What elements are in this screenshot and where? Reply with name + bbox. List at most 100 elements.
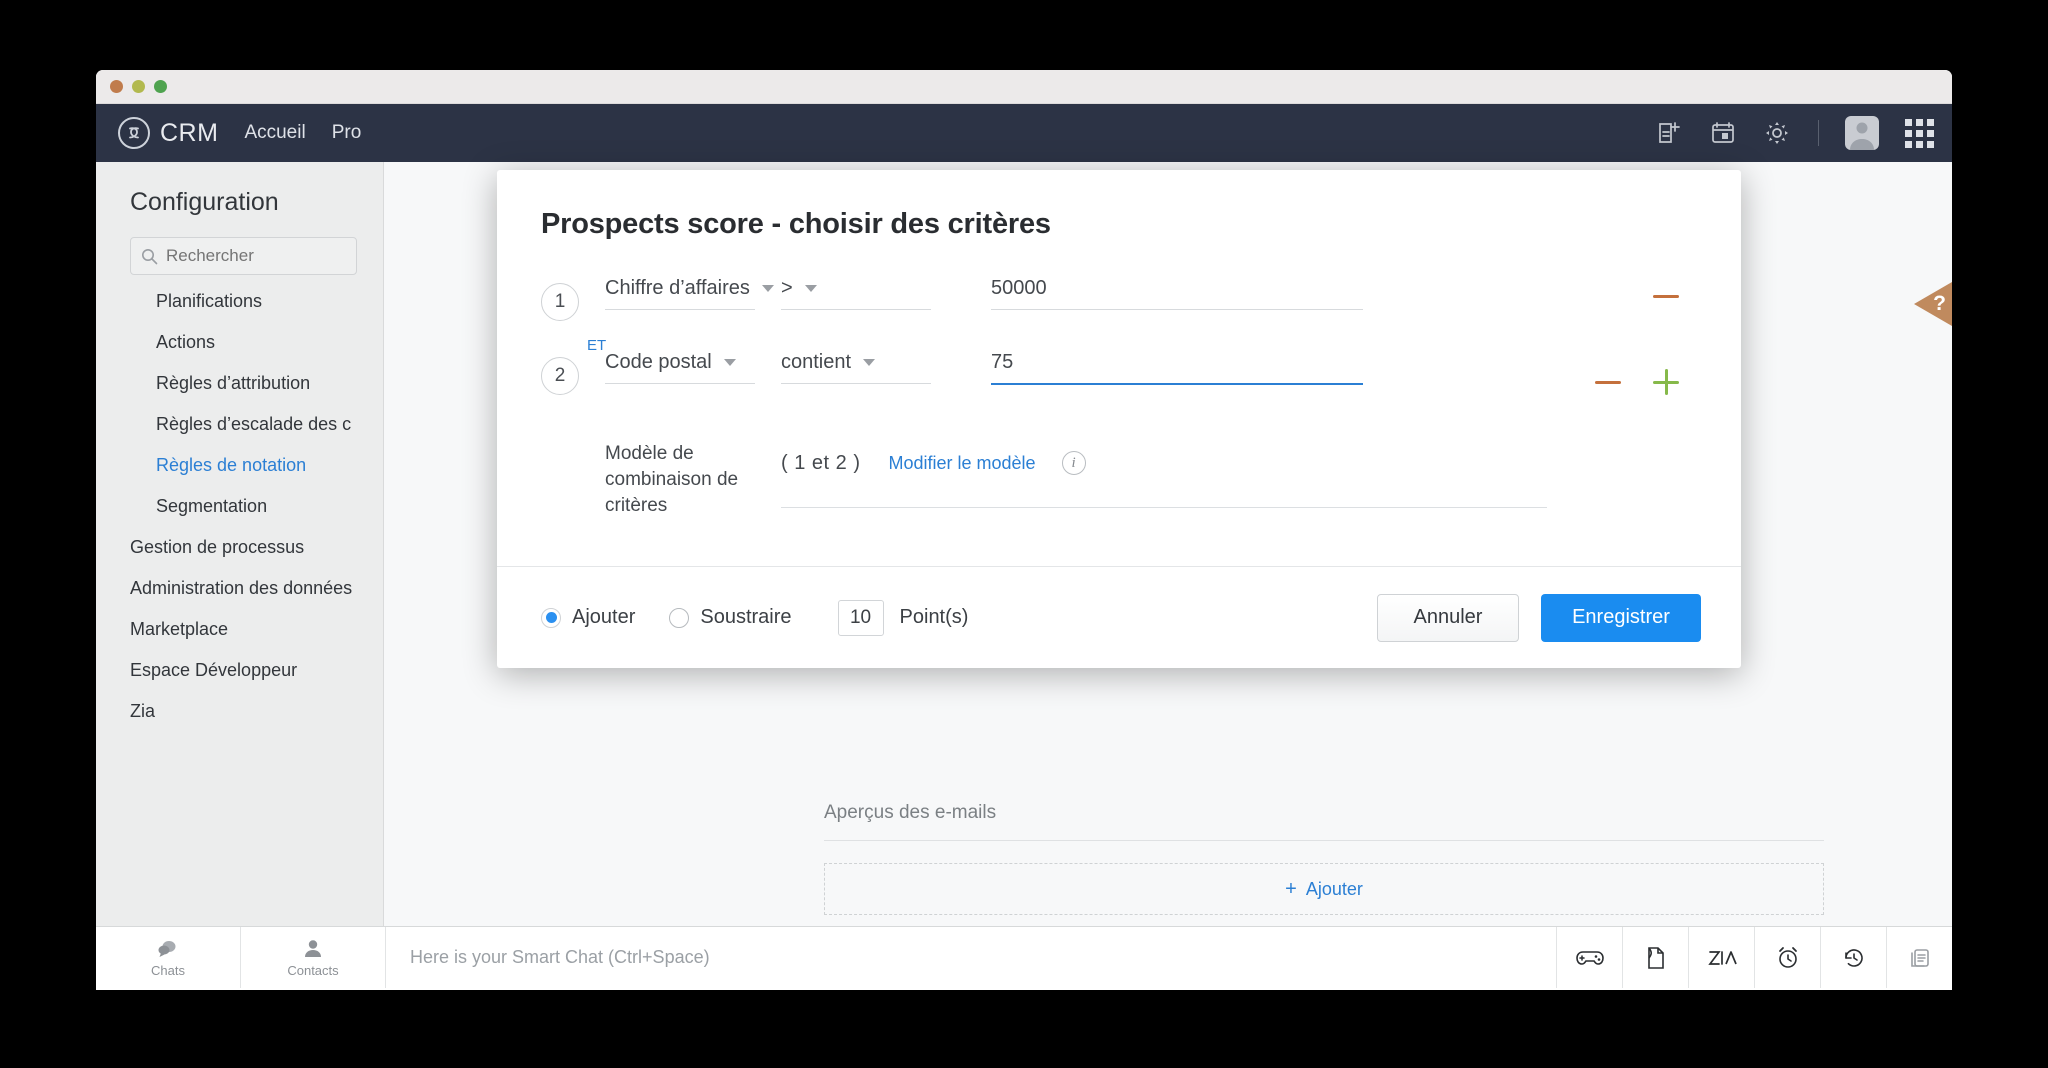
- radio-indicator-selected: [541, 607, 561, 628]
- criteria-list: 1 Chiffre d’affaires > 50000 ET 2 Code p…: [497, 241, 1741, 425]
- value-underline: [991, 383, 1363, 385]
- combination-model-section: Modèle de combinaison de critères ( 1 et…: [497, 425, 1741, 520]
- sidebar-item-actions[interactable]: Actions: [96, 322, 383, 363]
- help-tab[interactable]: ?: [1914, 282, 1952, 326]
- sidebar-item-espace-developpeur[interactable]: Espace Développeur: [96, 650, 383, 691]
- sidebar-item-marketplace[interactable]: Marketplace: [96, 609, 383, 650]
- statusbar-tab-label: Chats: [151, 962, 185, 978]
- app-logo-text: CRM: [160, 118, 219, 147]
- criteria-row: 1 Chiffre d’affaires > 50000 ET: [541, 277, 1741, 354]
- person-icon: [305, 939, 321, 957]
- criteria-row-buttons: [1653, 295, 1679, 298]
- sidebar-item-regles-escalade[interactable]: Règles d’escalade des c: [96, 404, 383, 445]
- window-zoom-button[interactable]: [154, 80, 167, 93]
- criteria-value-input[interactable]: 75: [991, 351, 1363, 385]
- add-email-preview-button[interactable]: + Ajouter: [824, 863, 1824, 915]
- value-underline: [991, 309, 1363, 310]
- zia-icon[interactable]: [1688, 927, 1754, 988]
- radio-indicator: [669, 607, 690, 628]
- remove-criteria-button[interactable]: [1653, 295, 1679, 298]
- operator-underline: [781, 309, 931, 310]
- combination-spacer: [541, 441, 579, 520]
- app-header: CRM Accueil Pro: [96, 104, 1952, 162]
- criteria-number-badge: 1: [541, 283, 579, 321]
- combination-underline: [781, 507, 1547, 508]
- search-icon: [142, 248, 158, 264]
- new-note-icon[interactable]: [1656, 120, 1682, 146]
- sidebar-item-regles-notation[interactable]: Règles de notation: [96, 445, 383, 486]
- criteria-row-buttons: [1595, 369, 1679, 395]
- save-button[interactable]: Enregistrer: [1541, 593, 1701, 642]
- dialog-footer: Ajouter Soustraire Point(s) Annuler Enre…: [497, 566, 1741, 668]
- criteria-field-value: Chiffre d’affaires: [605, 277, 750, 299]
- search-input[interactable]: [166, 246, 346, 266]
- chevron-down-icon: [723, 359, 736, 366]
- criteria-number-badge: 2: [541, 357, 579, 395]
- radio-soustraire[interactable]: Soustraire: [669, 606, 792, 629]
- criteria-field-select[interactable]: Chiffre d’affaires: [605, 277, 774, 310]
- alarm-clock-icon[interactable]: [1754, 927, 1820, 988]
- criteria-operator-value: contient: [781, 351, 852, 373]
- chevron-down-icon: [804, 285, 817, 292]
- statusbar-tab-label: Contacts: [287, 962, 339, 978]
- history-clock-icon[interactable]: [1820, 927, 1886, 988]
- calendar-icon[interactable]: [1710, 120, 1736, 146]
- radio-ajouter-label: Ajouter: [572, 606, 636, 628]
- sidebar-title: Configuration: [130, 188, 279, 216]
- sidebar-item-segmentation[interactable]: Segmentation: [96, 486, 383, 527]
- field-underline: [605, 309, 755, 310]
- sidebar-item-gestion-processus[interactable]: Gestion de processus: [96, 527, 383, 568]
- gamepad-icon[interactable]: [1556, 927, 1622, 988]
- cancel-button[interactable]: Annuler: [1377, 593, 1519, 642]
- criteria-field-value: Code postal: [605, 351, 712, 373]
- app-window: CRM Accueil Pro Configuration Rechercher…: [96, 70, 1952, 990]
- chevron-down-icon: [863, 359, 876, 366]
- sidebar: Configuration Planifications Actions Règ…: [96, 162, 384, 926]
- dialog-title: Prospects score - choisir des critères: [541, 208, 1051, 240]
- field-underline: [605, 383, 755, 384]
- sidebar-item-regles-attribution[interactable]: Règles d’attribution: [96, 363, 383, 404]
- avatar[interactable]: [1845, 116, 1879, 150]
- sidebar-item-administration-donnees[interactable]: Administration des données: [96, 568, 383, 609]
- window-minimize-button[interactable]: [132, 80, 145, 93]
- plus-icon: +: [1285, 877, 1297, 900]
- points-input[interactable]: [837, 599, 884, 636]
- sidebar-search: [130, 237, 357, 275]
- criteria-value-text: 75: [991, 351, 1014, 373]
- smart-chat-input[interactable]: Here is your Smart Chat (Ctrl+Space): [386, 927, 1556, 988]
- add-criteria-button[interactable]: [1653, 369, 1679, 395]
- nav-item-accueil[interactable]: Accueil: [244, 122, 305, 144]
- note-flip-icon[interactable]: [1622, 927, 1688, 988]
- radio-ajouter[interactable]: Ajouter: [541, 606, 635, 629]
- criteria-value-input[interactable]: 50000: [991, 277, 1363, 310]
- combination-model-label: Modèle de combinaison de critères: [605, 443, 739, 517]
- add-label: Ajouter: [1305, 878, 1363, 899]
- statusbar-tab-contacts[interactable]: Contacts: [241, 927, 386, 988]
- window-titlebar: [96, 70, 1952, 104]
- search-box[interactable]: [130, 237, 357, 275]
- sidebar-item-zia[interactable]: Zia: [96, 691, 383, 732]
- email-previews-title: Aperçus des e-mails: [824, 802, 997, 823]
- criteria-operator-select[interactable]: >: [781, 277, 931, 310]
- window-close-button[interactable]: [110, 80, 123, 93]
- sidebar-item-planifications[interactable]: Planifications: [96, 281, 383, 322]
- header-divider: [1818, 120, 1819, 146]
- notes-stack-icon[interactable]: [1886, 927, 1952, 988]
- nav-item-prospects[interactable]: Pro: [332, 122, 362, 144]
- criteria-operator-select[interactable]: contient: [781, 351, 931, 384]
- chat-bubble-icon: [158, 940, 176, 957]
- combination-expression: ( 1 et 2 ): [781, 451, 861, 474]
- radio-soustraire-label: Soustraire: [700, 606, 792, 628]
- apps-grid-icon[interactable]: [1905, 118, 1934, 148]
- criteria-field-select[interactable]: Code postal: [605, 351, 755, 384]
- edit-model-link[interactable]: Modifier le modèle: [888, 453, 1035, 474]
- remove-criteria-button[interactable]: [1595, 380, 1621, 384]
- email-previews-section: Aperçus des e-mails + Ajouter: [824, 802, 1824, 915]
- combination-model-body: ( 1 et 2 ) Modifier le modèle i: [781, 441, 1547, 520]
- operator-underline: [781, 383, 931, 384]
- crm-logo-icon: [118, 117, 150, 149]
- info-icon[interactable]: i: [1061, 451, 1086, 475]
- gear-icon[interactable]: [1764, 120, 1790, 146]
- criteria-value-text: 50000: [991, 277, 1047, 299]
- statusbar-tab-chats[interactable]: Chats: [96, 927, 241, 988]
